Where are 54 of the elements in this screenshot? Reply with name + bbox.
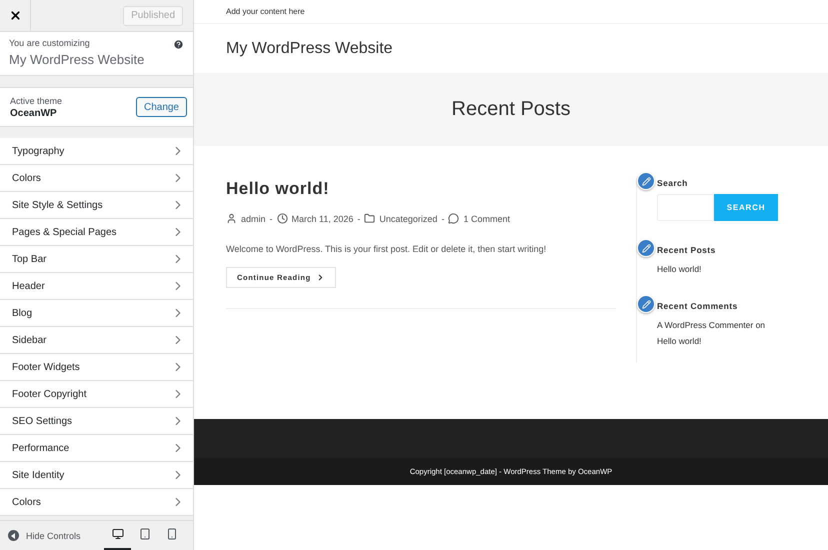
- section-item[interactable]: Top Bar: [0, 246, 193, 273]
- search-field[interactable]: [657, 194, 714, 221]
- page-title: Recent Posts: [452, 98, 570, 121]
- site-name: My WordPress Website: [9, 52, 146, 67]
- section-item[interactable]: Footer Copyright: [0, 381, 193, 408]
- section-item[interactable]: Header: [0, 273, 193, 300]
- widget-title: Search: [657, 178, 689, 188]
- tablet-icon: [138, 528, 150, 540]
- comments-link[interactable]: 1 Comment: [463, 214, 510, 224]
- pencil-icon: [642, 300, 650, 308]
- help-icon[interactable]: [173, 39, 184, 50]
- desktop-icon: [112, 528, 124, 540]
- section-item[interactable]: Footer Widgets: [0, 354, 193, 381]
- section-item[interactable]: Pages & Special Pages: [0, 219, 193, 246]
- widget-link[interactable]: A WordPress Commenter on: [657, 317, 778, 333]
- hide-controls-button[interactable]: Hide Controls: [8, 530, 104, 541]
- section-item[interactable]: Sidebar: [0, 327, 193, 354]
- post-category[interactable]: Uncategorized: [379, 214, 438, 224]
- edit-pencil-icon[interactable]: [637, 295, 655, 313]
- separator: -: [441, 214, 444, 224]
- separator: -: [270, 214, 273, 224]
- pencil-icon: [642, 244, 650, 252]
- site-title[interactable]: My WordPress Website: [226, 40, 393, 58]
- customizing-label: You are customizing: [9, 38, 90, 48]
- section-item[interactable]: Blog: [0, 300, 193, 327]
- folder-icon: [364, 213, 376, 224]
- widget-title: Recent Posts: [657, 245, 717, 255]
- clock-icon: [276, 213, 288, 224]
- post-excerpt: Welcome to WordPress. This is your first post. Edit or delete it, then start writing!: [226, 244, 548, 254]
- separator: -: [357, 214, 360, 224]
- top-bar-text: Add your content here: [226, 7, 305, 16]
- post-date: March 11, 2026: [292, 214, 354, 224]
- edit-pencil-icon[interactable]: [637, 239, 655, 257]
- widget-link[interactable]: Hello world!: [657, 333, 778, 349]
- mobile-icon: [166, 528, 178, 540]
- change-button[interactable]: Change: [136, 97, 187, 117]
- post-title[interactable]: Hello world!: [226, 179, 616, 199]
- widget-link[interactable]: Hello world!: [657, 261, 778, 277]
- pencil-icon: [642, 176, 650, 186]
- section-item[interactable]: Colors: [0, 489, 193, 516]
- section-item[interactable]: Site Style & Settings: [0, 192, 193, 219]
- comment-icon: [448, 213, 460, 224]
- active-theme-label: Active theme: [10, 96, 62, 106]
- close-icon: [8, 9, 22, 22]
- widget-title: Recent Comments: [657, 301, 739, 311]
- section-item[interactable]: Site Identity: [0, 462, 193, 489]
- theme-name: OceanWP: [10, 108, 58, 118]
- section-item[interactable]: Performance: [0, 435, 193, 462]
- user-icon: [226, 213, 237, 224]
- edit-pencil-icon[interactable]: [637, 172, 655, 190]
- section-item[interactable]: Typography: [0, 138, 193, 165]
- post-author[interactable]: admin: [241, 214, 266, 224]
- section-item[interactable]: Colors: [0, 165, 193, 192]
- section-item[interactable]: SEO Settings: [0, 408, 193, 435]
